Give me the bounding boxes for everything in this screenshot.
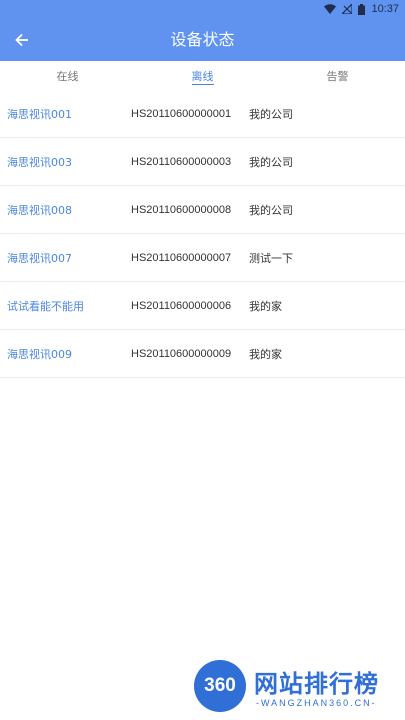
- device-serial: HS20110600000003: [131, 155, 232, 168]
- battery-icon: [358, 3, 366, 15]
- device-name[interactable]: 海思视讯008: [7, 202, 72, 218]
- device-company: 我的家: [249, 299, 282, 313]
- watermark-logo: 360: [194, 660, 246, 712]
- device-name[interactable]: 海思视讯009: [7, 346, 72, 362]
- table-row[interactable]: 海思视讯008 HS20110600000008 我的公司: [0, 186, 405, 234]
- tab-alarm[interactable]: 告警: [270, 61, 405, 93]
- device-company: 我的家: [249, 347, 282, 361]
- title-bar: 设备状态: [0, 18, 405, 61]
- device-company: 我的公司: [249, 107, 293, 121]
- device-name[interactable]: 试试看能不能用: [7, 298, 84, 314]
- no-signal-icon: [342, 4, 353, 14]
- watermark: 360 网站排行榜 -WANGZHAN360.CN-: [192, 658, 402, 718]
- table-row[interactable]: 海思视讯009 HS20110600000009 我的家: [0, 330, 405, 378]
- device-list: 海思视讯001 HS20110600000001 我的公司 海思视讯003 HS…: [0, 90, 405, 378]
- tab-offline[interactable]: 离线: [135, 61, 270, 93]
- back-button[interactable]: [8, 26, 36, 54]
- tab-label: 离线: [191, 70, 214, 85]
- wifi-icon: [324, 4, 337, 14]
- device-name[interactable]: 海思视讯007: [7, 250, 72, 266]
- page-title: 设备状态: [170, 30, 235, 49]
- table-row[interactable]: 海思视讯007 HS20110600000007 测试一下: [0, 234, 405, 282]
- watermark-subtitle: -WANGZHAN360.CN-: [256, 698, 377, 708]
- tab-label: 在线: [56, 70, 79, 83]
- table-row[interactable]: 海思视讯001 HS20110600000001 我的公司: [0, 90, 405, 138]
- status-tabs: 在线 离线 告警: [0, 61, 405, 93]
- watermark-title: 网站排行榜: [254, 670, 379, 698]
- device-company: 我的公司: [249, 203, 293, 217]
- device-company: 测试一下: [249, 251, 293, 265]
- device-serial: HS20110600000006: [131, 299, 232, 312]
- status-bar: 10:37: [0, 0, 405, 18]
- table-row[interactable]: 海思视讯003 HS20110600000003 我的公司: [0, 138, 405, 186]
- device-serial: HS20110600000007: [131, 251, 232, 264]
- device-name[interactable]: 海思视讯003: [7, 154, 72, 170]
- tab-online[interactable]: 在线: [0, 61, 135, 93]
- arrow-left-icon: [15, 33, 28, 47]
- device-name[interactable]: 海思视讯001: [7, 106, 72, 122]
- status-time: 10:37: [371, 3, 399, 15]
- table-row[interactable]: 试试看能不能用 HS20110600000006 我的家: [0, 282, 405, 330]
- device-serial: HS20110600000009: [131, 347, 232, 360]
- device-serial: HS20110600000008: [131, 203, 232, 216]
- device-serial: HS20110600000001: [131, 107, 232, 120]
- tab-label: 告警: [326, 70, 349, 83]
- device-company: 我的公司: [249, 155, 293, 169]
